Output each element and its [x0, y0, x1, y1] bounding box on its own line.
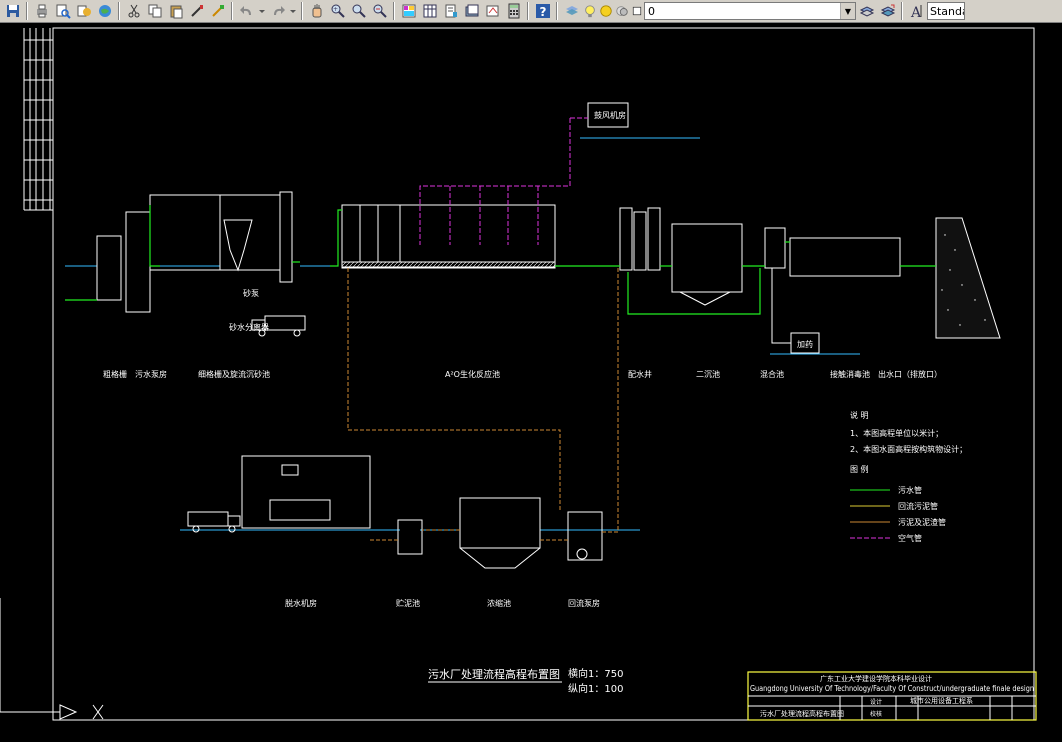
drawing-canvas[interactable]: 粗格栅 污水泵房 细格栅及旋流沉砂池 A²O生化反应池 配水井 二沉池 混合池 …: [0, 24, 1062, 738]
notes-heading: 说 明: [850, 410, 869, 420]
markup-icon[interactable]: [483, 2, 502, 21]
redo-icon[interactable]: [268, 2, 287, 21]
dosing-pipe: [771, 268, 791, 344]
title-block-english: Guangdong University Of Technology/Facul…: [750, 684, 1034, 693]
design-center-icon[interactable]: [420, 2, 439, 21]
scale-vertical: 纵向1：100: [568, 682, 623, 695]
label-contact: 接触消毒池: [830, 369, 870, 379]
web-icon[interactable]: [95, 2, 114, 21]
legend-return: 回流污泥管: [898, 501, 938, 511]
title-block-role-design: 设计: [870, 698, 882, 706]
toolbar-separator: [301, 2, 303, 20]
layer-dropdown-value: 0: [648, 4, 655, 18]
publish-icon[interactable]: [74, 2, 93, 21]
ucs-icon: [0, 598, 104, 720]
title-block: 广东工业大学建设学院本科毕业设计 Guangdong University Of…: [747, 671, 1037, 721]
return-sludge-pipe: [347, 268, 619, 541]
layer-freeze-icon[interactable]: [599, 2, 613, 21]
title-block-project: 城市公用设备工程系: [910, 696, 973, 705]
save-icon[interactable]: [3, 2, 22, 21]
legend-heading: 图 例: [850, 464, 869, 474]
label-lift-pump: 污水泵房: [135, 369, 167, 379]
label-distribution: 配水井: [628, 369, 652, 379]
drawing-title-main: 污水厂处理流程高程布置图: [428, 667, 560, 681]
title-block-school: 广东工业大学建设学院本科毕业设计: [820, 674, 932, 683]
notes-item-2: 2、本图水面高程按构筑物设计；: [850, 444, 967, 454]
svg-text:+: +: [333, 6, 338, 13]
air-pipe: [419, 117, 588, 245]
legend-sludge: 污泥及泥渣管: [898, 517, 946, 527]
zoom-previous-icon[interactable]: [370, 2, 389, 21]
toolbar-separator: [231, 2, 233, 20]
text-style-value: Standa: [930, 4, 965, 18]
svg-text:?: ?: [539, 5, 546, 19]
label-dosing: 加药: [797, 339, 813, 349]
calculator-icon[interactable]: [504, 2, 523, 21]
sheet-set-icon[interactable]: [462, 2, 481, 21]
process-structures: [96, 102, 1001, 569]
label-secondary: 二沉池: [696, 369, 720, 379]
layer-manager-icon[interactable]: [562, 2, 581, 21]
dewatering-truck-icon: [187, 511, 241, 533]
plot-preview-icon[interactable]: [53, 2, 72, 21]
label-sludge-pump: 回流泵房: [568, 598, 600, 608]
plot-icon[interactable]: [32, 2, 51, 21]
text-style-icon[interactable]: A: [907, 2, 926, 21]
ground-lines: [65, 137, 935, 531]
chevron-down-icon[interactable]: ▼: [840, 3, 855, 19]
zoom-window-icon[interactable]: [349, 2, 368, 21]
label-grit-tank: 细格栅及旋流沉砂池: [198, 369, 270, 379]
layer-color-icon[interactable]: [631, 2, 643, 21]
title-block-role-check: 校核: [870, 710, 882, 718]
toolbar-separator: [527, 2, 529, 20]
layer-on-icon[interactable]: [583, 2, 597, 21]
sewage-pipe: [65, 205, 936, 315]
pan-icon[interactable]: [307, 2, 326, 21]
notes-item-1: 1、本图高程单位以米计；: [850, 428, 943, 438]
tool-palettes-icon[interactable]: [441, 2, 460, 21]
label-sludge-storage: 贮泥池: [396, 598, 420, 608]
label-bio-tank: A²O生化反应池: [445, 369, 500, 379]
svg-text:A: A: [910, 5, 922, 19]
label-outfall: 出水口（排放口）: [878, 369, 942, 379]
layer-previous-icon[interactable]: [878, 2, 897, 21]
match-properties-icon[interactable]: [187, 2, 206, 21]
scale-horizontal: 横向1：750: [568, 667, 623, 680]
label-sand-separator: 砂水分离器: [229, 322, 269, 332]
toolbar-separator: [901, 2, 903, 20]
notes-block: 说 明 1、本图高程单位以米计； 2、本图水面高程按构筑物设计； 图 例 污水管…: [850, 410, 967, 543]
drawing-title: 污水厂处理流程高程布置图 横向1：750 纵向1：100: [428, 667, 623, 695]
redo-dropdown-icon[interactable]: [289, 2, 297, 21]
label-mixing: 混合池: [760, 369, 784, 379]
toolbar-separator: [26, 2, 28, 20]
label-thickener: 浓缩池: [487, 598, 511, 608]
help-icon[interactable]: ?: [533, 2, 552, 21]
paste-icon[interactable]: [166, 2, 185, 21]
properties-icon[interactable]: [399, 2, 418, 21]
standard-toolbar: + ? 0 ▼ A Standa: [0, 0, 1062, 23]
undo-dropdown-icon[interactable]: [258, 2, 266, 21]
legend-sewage: 污水管: [898, 485, 922, 495]
toolbar-separator: [393, 2, 395, 20]
label-dewatering-room: 脱水机房: [285, 598, 317, 608]
toolbar-separator: [556, 2, 558, 20]
process-labels: 粗格栅 污水泵房 细格栅及旋流沉砂池 A²O生化反应池 配水井 二沉池 混合池 …: [103, 110, 942, 608]
block-editor-icon[interactable]: [208, 2, 227, 21]
label-blower: 鼓风机房: [594, 110, 626, 120]
zoom-realtime-icon[interactable]: +: [328, 2, 347, 21]
label-coarse-screen: 粗格栅: [103, 369, 127, 379]
layer-dropdown[interactable]: 0 ▼: [644, 2, 856, 20]
undo-icon[interactable]: [237, 2, 256, 21]
label-sand-pump: 砂泵: [243, 288, 259, 298]
copy-icon[interactable]: [145, 2, 164, 21]
make-layer-current-icon[interactable]: [857, 2, 876, 21]
text-style-dropdown[interactable]: Standa: [927, 2, 965, 20]
legend-air: 空气管: [898, 533, 922, 543]
layer-lock-icon[interactable]: [615, 2, 629, 21]
cut-icon[interactable]: [124, 2, 143, 21]
toolbar-separator: [118, 2, 120, 20]
title-block-drawing-name: 污水厂处理流程高程布置图: [760, 709, 844, 718]
